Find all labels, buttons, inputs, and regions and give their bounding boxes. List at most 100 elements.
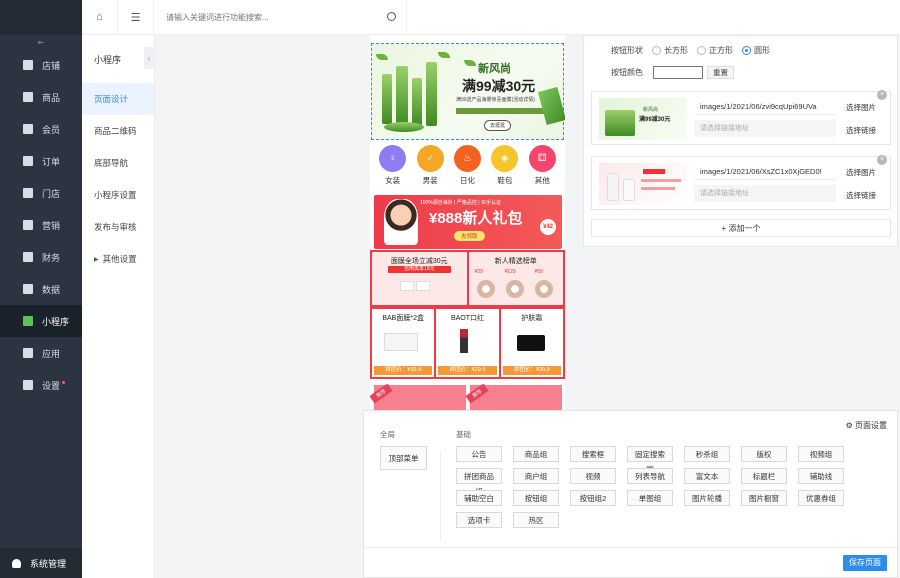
component-chip[interactable]: 搜索框 (570, 446, 616, 462)
collapse-sidebar-icon[interactable]: ⇤ (0, 35, 82, 49)
reset-color-button[interactable]: 重置 (707, 66, 734, 79)
sidebar-item[interactable]: 设置 (0, 369, 82, 401)
promo-headline: ¥888新人礼包 (429, 210, 523, 227)
image-path[interactable]: images/1/2021/06/zvi9cqUpi69UVa (694, 98, 836, 115)
finance-icon (23, 252, 33, 262)
component-chip[interactable]: 公告 (456, 446, 502, 462)
banner-button: 去逛逛 (484, 120, 512, 131)
sidebar-item[interactable]: 会员 (0, 113, 82, 145)
recommend-corner: 推荐 (370, 383, 393, 404)
submenu-item[interactable]: 页面设计 (82, 83, 154, 115)
banner-subline: 满99送产品海量惊喜面膜(活动详情) (456, 97, 535, 103)
choose-link-button[interactable]: 选择链接 (846, 190, 876, 201)
goods-icon (23, 92, 33, 102)
component-chip[interactable]: 辅助空白 (456, 490, 502, 506)
sidebar-item[interactable]: 小程序 (0, 305, 82, 337)
selected-banner-module[interactable]: 新风尚 满99减30元 满99送产品海量惊喜面膜(活动详情) 去逛逛 (371, 43, 565, 140)
component-chip[interactable]: 标题栏 (741, 468, 787, 484)
promo-button: 去领取 (454, 231, 485, 241)
category-label: 其他 (534, 176, 550, 185)
group-buy-row: BAB面膜*2盒 拼团价：¥39.9 BAOT口红 拼团价：¥29.9 护肤霜 … (370, 307, 565, 379)
component-chip[interactable]: 富文本 (684, 468, 730, 484)
choose-link-button[interactable]: 选择链接 (846, 125, 876, 136)
sidebar-item-label: 订单 (42, 156, 61, 167)
global-group-label: 全局 (380, 430, 395, 439)
component-chip[interactable]: 热区 (513, 512, 559, 528)
notification-dot (62, 380, 66, 384)
leaf-decoration (438, 52, 450, 58)
component-chip[interactable]: 单图组 (627, 490, 673, 506)
save-page-button[interactable]: 保存页面 (843, 555, 887, 571)
shape-option-label: 正方形 (709, 46, 733, 55)
submenu-item[interactable]: 小程序设置 (82, 179, 154, 211)
fold-submenu-icon[interactable]: ‹ (144, 47, 154, 69)
page-settings-button[interactable]: ⚙ 页面设置 (846, 420, 887, 431)
component-chip[interactable]: 视频 (570, 468, 616, 484)
home-icon[interactable]: ⌂ (82, 0, 118, 35)
link-input[interactable]: 请选择链接地址 (694, 120, 836, 137)
sidebar-item-label: 门店 (42, 188, 61, 199)
shop-icon (23, 188, 33, 198)
sidebar-item[interactable]: 数据 (0, 273, 82, 305)
component-chip[interactable]: 辅助线 (798, 468, 844, 484)
miniapp-icon (23, 316, 33, 326)
mask-discount-box: 面膜全场立减30元 自用再享18元 (372, 252, 467, 305)
product-bottle (382, 74, 392, 124)
sidebar-item[interactable]: 店铺 (0, 49, 82, 81)
component-chip[interactable]: 按钮组 (513, 490, 559, 506)
sidebar-item[interactable]: 商品 (0, 81, 82, 113)
search-input[interactable] (166, 12, 376, 22)
component-chip[interactable]: 拼团商品组 (456, 468, 502, 496)
link-input[interactable]: 请选择链接地址 (694, 185, 836, 202)
component-chip[interactable]: 列表导航 (627, 468, 673, 484)
submenu-item[interactable]: ▶ 其他设置 (82, 243, 154, 275)
color-picker[interactable] (653, 66, 703, 79)
category-icon: ◈ (491, 145, 519, 172)
component-chip[interactable]: 图片橱窗 (741, 490, 787, 506)
submenu-item[interactable]: 商品二维码 (82, 115, 154, 147)
choose-image-button[interactable]: 选择图片 (846, 102, 876, 113)
sidebar-item-label: 商品 (42, 92, 61, 103)
component-chip[interactable]: 秒杀组 (684, 446, 730, 462)
component-chip[interactable]: 图片轮播 (684, 490, 730, 506)
sidebar-item[interactable]: 应用 (0, 337, 82, 369)
component-chip[interactable]: 商品组 (513, 446, 559, 462)
shape-radio-square[interactable] (697, 46, 706, 55)
add-item-button[interactable]: + 添加一个 (591, 219, 891, 237)
remove-item-icon[interactable]: × (877, 155, 887, 165)
shape-radio-rect[interactable] (652, 46, 661, 55)
menu-icon[interactable]: ☰ (118, 0, 154, 35)
choose-image-button[interactable]: 选择图片 (846, 167, 876, 178)
submenu-item[interactable]: 底部导航 (82, 147, 154, 179)
component-chip[interactable]: 版权 (741, 446, 787, 462)
component-chip[interactable]: 选项卡 (456, 512, 502, 528)
remove-item-icon[interactable]: × (877, 90, 887, 100)
submenu-item-label: 小程序设置 (94, 190, 137, 200)
component-chip[interactable]: 固定搜索框 (627, 446, 673, 474)
store-icon (23, 60, 33, 70)
sidebar-item-label: 设置 (42, 380, 61, 391)
sidebar-item-label: 会员 (42, 124, 61, 135)
component-chip[interactable]: 优惠券组 (798, 490, 844, 506)
banner-stripe (456, 108, 546, 114)
component-chip[interactable]: 商户组 (513, 468, 559, 484)
component-chip[interactable]: 按钮组2 (570, 490, 616, 506)
sidebar-item[interactable]: 订单 (0, 145, 82, 177)
category-item: ♀ 女装 (379, 145, 407, 191)
component-top-menu[interactable]: 顶部菜单 (380, 446, 427, 470)
component-chip[interactable]: 视频组 (798, 446, 844, 462)
sidebar-item[interactable]: 财务 (0, 241, 82, 273)
sidebar-item[interactable]: 门店 (0, 177, 82, 209)
sidebar-item[interactable]: 营销 (0, 209, 82, 241)
category-icon: ♂ (416, 145, 444, 172)
submenu-item[interactable]: 发布与审核 (82, 211, 154, 243)
system-management-button[interactable]: 系统管理 (0, 548, 82, 578)
sidebar-item-label: 店铺 (42, 60, 61, 71)
shape-option-label: 圆形 (754, 46, 770, 55)
image-path[interactable]: images/1/2021/06/XsZC1x0XjGED0! (694, 163, 836, 180)
search-icon[interactable] (387, 11, 396, 21)
component-library: 全局 基础 ⚙ 页面设置 顶部菜单 公告商品组搜索框固定搜索框秒杀组版权视频组拼… (363, 410, 898, 578)
shape-radio-circle[interactable] (742, 46, 751, 55)
sidebar-item-label: 小程序 (42, 316, 70, 327)
sidebar-item-label: 应用 (42, 348, 61, 359)
